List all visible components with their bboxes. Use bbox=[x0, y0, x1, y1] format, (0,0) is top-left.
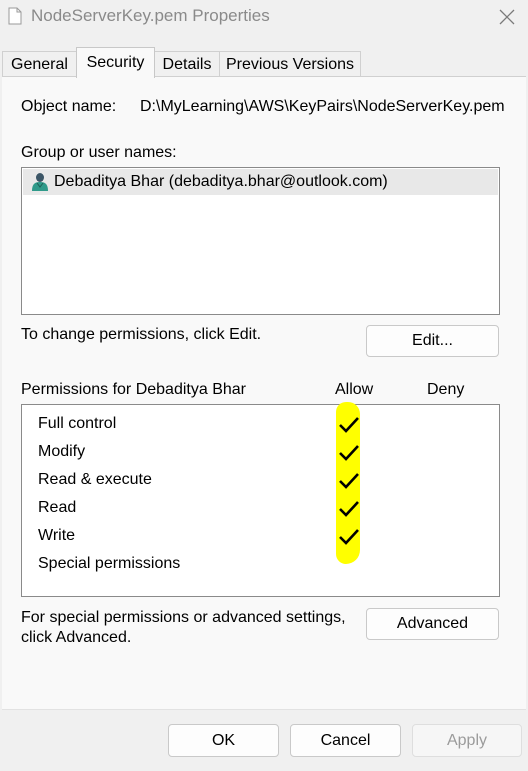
allow-full-control-check-icon bbox=[338, 416, 360, 434]
deny-column-header: Deny bbox=[427, 381, 465, 398]
title-bar: NodeServerKey.pem Properties bbox=[0, 0, 528, 34]
allow-read-execute-check-icon bbox=[338, 472, 360, 490]
permission-write: Write bbox=[38, 527, 76, 544]
permission-full-control: Full control bbox=[38, 415, 117, 432]
list-item-user[interactable]: Debaditya Bhar (debaditya.bhar@outlook.c… bbox=[23, 169, 498, 195]
apply-button[interactable]: Apply bbox=[412, 724, 522, 757]
allow-read-check-icon bbox=[338, 500, 360, 518]
file-icon bbox=[8, 7, 22, 25]
tab-security[interactable]: Security bbox=[76, 47, 155, 78]
permission-modify: Modify bbox=[38, 443, 86, 460]
allow-column-header: Allow bbox=[335, 381, 374, 398]
advanced-button[interactable]: Advanced bbox=[366, 608, 499, 640]
tab-label: General bbox=[11, 55, 68, 73]
button-label: OK bbox=[211, 731, 236, 749]
tab-details[interactable]: Details bbox=[154, 51, 220, 77]
object-name-label: Object name: bbox=[21, 98, 117, 115]
tab-previous-versions[interactable]: Previous Versions bbox=[219, 51, 361, 77]
user-icon bbox=[31, 172, 49, 192]
button-label: Cancel bbox=[320, 731, 371, 749]
allow-write-check-icon bbox=[338, 528, 360, 546]
user-list[interactable]: Debaditya Bhar (debaditya.bhar@outlook.c… bbox=[21, 167, 500, 315]
permission-read-execute: Read & execute bbox=[38, 471, 152, 488]
allow-modify-check-icon bbox=[338, 444, 360, 462]
button-label: Edit... bbox=[412, 332, 453, 349]
group-user-names-label: Group or user names: bbox=[21, 144, 177, 161]
object-name-value: D:\MyLearning\AWS\KeyPairs\NodeServerKey… bbox=[140, 98, 505, 115]
tab-label: Previous Versions bbox=[225, 55, 355, 73]
permission-read: Read bbox=[38, 499, 77, 516]
close-icon[interactable] bbox=[486, 0, 528, 34]
button-label: Apply bbox=[446, 731, 488, 749]
permissions-for-label: Permissions for Debaditya Bhar bbox=[21, 381, 246, 398]
tab-label: Details bbox=[162, 55, 212, 73]
advanced-hint-line2: click Advanced. bbox=[21, 629, 132, 646]
ok-button[interactable]: OK bbox=[168, 724, 279, 757]
tab-strip: General Security Details Previous Versio… bbox=[0, 47, 528, 78]
tab-label: Security bbox=[86, 54, 145, 71]
cancel-button[interactable]: Cancel bbox=[290, 724, 401, 757]
window-title: NodeServerKey.pem Properties bbox=[31, 6, 270, 25]
edit-button[interactable]: Edit... bbox=[366, 325, 499, 357]
button-label: Advanced bbox=[396, 615, 469, 632]
advanced-hint-line1: For special permissions or advanced sett… bbox=[21, 609, 346, 626]
permission-special: Special permissions bbox=[38, 555, 181, 572]
tab-general[interactable]: General bbox=[2, 51, 77, 77]
permissions-list[interactable]: Full control Modify Read & execute Read … bbox=[21, 404, 500, 597]
change-permissions-hint: To change permissions, click Edit. bbox=[21, 326, 262, 343]
user-name: Debaditya Bhar (debaditya.bhar@outlook.c… bbox=[54, 173, 388, 190]
